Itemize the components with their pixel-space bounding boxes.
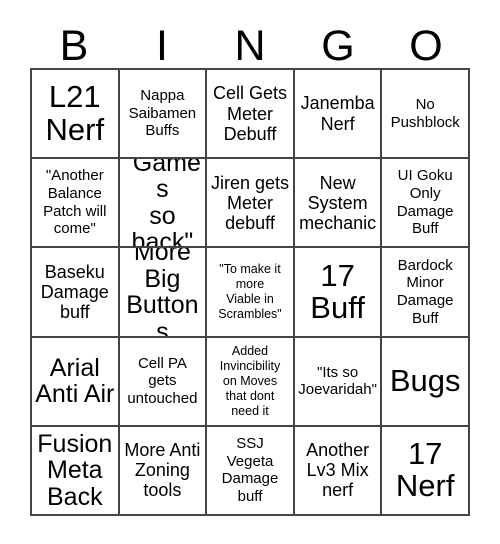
bingo-cell-label: Baseku Damage buff [40, 261, 109, 323]
bingo-cell-label: L21 Nerf [45, 79, 105, 147]
bingo-cell-r1-c1[interactable]: L21 Nerf [32, 70, 120, 160]
bingo-header-letter-o: O [409, 22, 443, 70]
bingo-header-letter-n: N [234, 22, 266, 70]
bingo-cell-label: 17 Nerf [395, 436, 455, 504]
bingo-cell-r4-c2[interactable]: Cell PA gets untouched [119, 337, 208, 427]
bingo-cell-label: Bugs [389, 363, 461, 399]
bingo-cell-r3-c1[interactable]: Baseku Damage buff [32, 248, 120, 338]
bingo-cell-r5-c2[interactable]: More Anti Zoning tools [119, 426, 208, 516]
bingo-cell-r1-c3[interactable]: Cell Gets Meter Debuff [207, 70, 295, 160]
bingo-cell-label: No Pushblock [390, 95, 460, 131]
bingo-header-letter-i: I [156, 22, 168, 70]
bingo-cell-label: Arial Anti Air [35, 353, 115, 409]
bingo-cell-r5-c3[interactable]: SSJ Vegeta Damage buff [207, 426, 295, 516]
bingo-cell-r5-c4[interactable]: Another Lv3 Mix nerf [294, 426, 383, 516]
bingo-cell-label: UI Goku Only Damage Buff [396, 167, 454, 238]
bingo-cell-r5-c5[interactable]: 17 Nerf [382, 426, 470, 516]
bingo-cell-r2-c2[interactable]: "Games so back" [119, 159, 208, 249]
bingo-cell-label: Fusion Meta Back [37, 429, 113, 511]
bingo-grid: L21 Nerf Nappa Saibamen Buffs Cell Gets Me… [30, 68, 470, 516]
bingo-cell-label: "To make it more Viable in Scrambles" [218, 261, 282, 321]
bingo-cell-label: Nappa Saibamen Buffs [128, 87, 197, 140]
bingo-header-letter-b: B [59, 22, 89, 70]
bingo-cell-label: More Anti Zoning tools [124, 440, 201, 501]
bingo-cell-label: Cell Gets Meter Debuff [212, 83, 287, 144]
bingo-cell-r4-c4[interactable]: "Its so Joevaridah" [294, 337, 383, 427]
bingo-cell-r2-c5[interactable]: UI Goku Only Damage Buff [382, 159, 470, 249]
bingo-cell-r3-c2[interactable]: More Big Buttons [119, 248, 208, 338]
bingo-cell-r1-c4[interactable]: Janemba Nerf [294, 70, 383, 160]
bingo-cell-label: More Big Buttons [126, 248, 199, 338]
bingo-cell-r1-c5[interactable]: No Pushblock [382, 70, 470, 160]
bingo-cell-label: 17 Buff [310, 257, 365, 325]
bingo-cell-label: "Another Balance Patch will come" [43, 167, 107, 238]
bingo-cell-r4-c5[interactable]: Bugs [382, 337, 470, 427]
bingo-card: B I N G O L21 Nerf Nappa Saibamen Buffs Ce… [0, 0, 500, 544]
bingo-cell-label: Cell PA gets untouched [127, 354, 198, 408]
bingo-cell-r1-c2[interactable]: Nappa Saibamen Buffs [119, 70, 208, 160]
bingo-cell-r3-c5[interactable]: Bardock Minor Damage Buff [382, 248, 470, 338]
bingo-cell-label: Added Invincibility on Moves that dont n… [219, 343, 281, 418]
bingo-cell-label: SSJ Vegeta Damage buff [221, 435, 279, 506]
bingo-cell-r5-c1[interactable]: Fusion Meta Back [32, 426, 120, 516]
bingo-cell-r2-c4[interactable]: New System mechanic [294, 159, 383, 249]
bingo-cell-r4-c3[interactable]: Added Invincibility on Moves that dont n… [207, 337, 295, 427]
bingo-cell-label: Another Lv3 Mix nerf [306, 440, 370, 501]
bingo-cell-label: Jiren gets Meter debuff [210, 172, 290, 233]
bingo-cell-label: "Its so Joevaridah" [298, 363, 377, 399]
bingo-cell-r4-c1[interactable]: Arial Anti Air [32, 337, 120, 427]
bingo-header-letter-g: G [321, 22, 355, 70]
bingo-cell-r3-c4[interactable]: 17 Buff [294, 248, 383, 338]
bingo-cell-r2-c1[interactable]: "Another Balance Patch will come" [32, 159, 120, 249]
bingo-cell-label: "Games so back" [123, 159, 201, 249]
bingo-cell-label: Bardock Minor Damage Buff [396, 256, 454, 327]
bingo-header-row: B I N G O [30, 18, 470, 68]
bingo-cell-label: New System mechanic [299, 172, 377, 233]
bingo-cell-r2-c3[interactable]: Jiren gets Meter debuff [207, 159, 295, 249]
bingo-cell-label: Janemba Nerf [300, 93, 375, 134]
bingo-cell-r3-c3[interactable]: "To make it more Viable in Scrambles" [207, 248, 295, 338]
